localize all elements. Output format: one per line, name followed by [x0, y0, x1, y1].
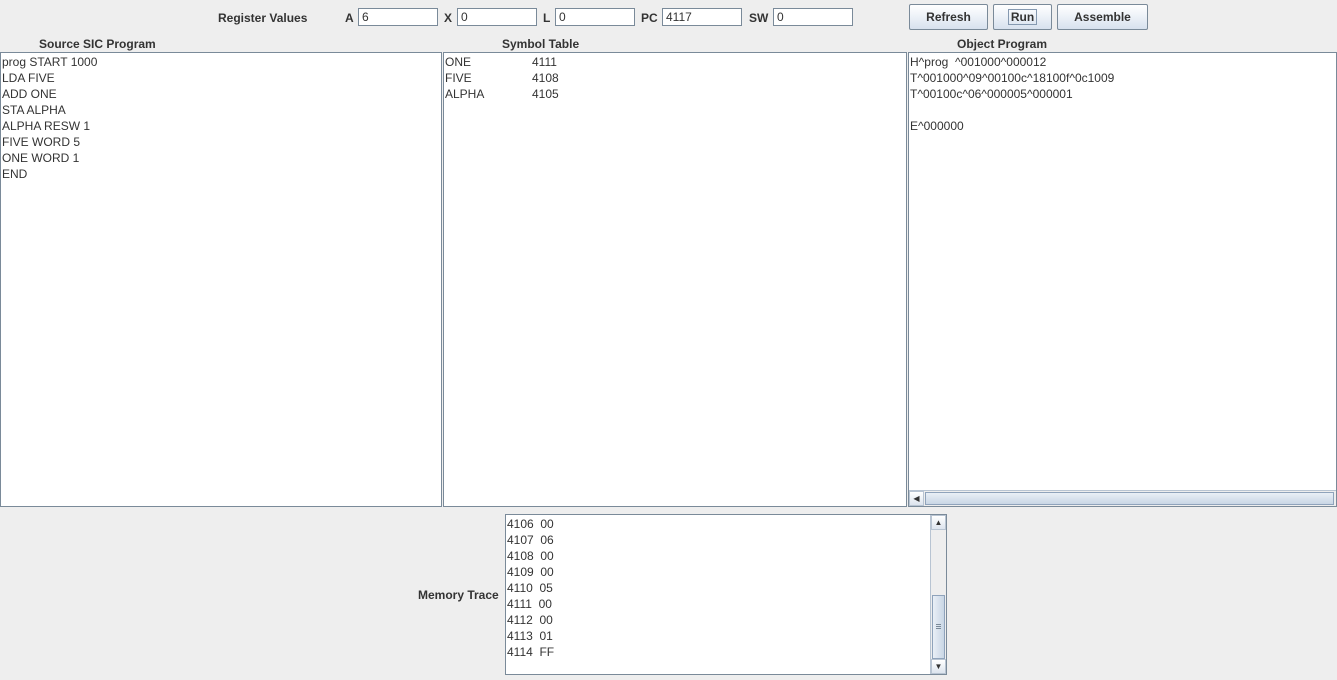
object-program-textarea[interactable]: H^prog ^001000^000012 T^001000^09^00100c…: [908, 52, 1337, 507]
memory-line: 4111 00: [507, 597, 552, 611]
source-line: FIVE WORD 5: [2, 135, 81, 149]
object-line: E^000000: [910, 119, 964, 133]
register-x-field[interactable]: 0: [457, 8, 537, 26]
source-line: ADD ONE: [2, 87, 57, 101]
source-line: ONE WORD 1: [2, 151, 80, 165]
grip-line: [936, 624, 941, 625]
register-l-label: L: [543, 11, 551, 25]
symbol-address: 4108: [532, 71, 559, 85]
memory-line: 4108 00: [507, 549, 554, 563]
register-pc-field[interactable]: 4117: [662, 8, 742, 26]
memory-line: 4112 00: [507, 613, 553, 627]
object-program-title: Object Program: [957, 37, 1048, 51]
memory-trace-textarea[interactable]: 4106 00 4107 06 4108 00 4109 00 4110 05 …: [505, 514, 947, 675]
symbol-name: ALPHA: [445, 87, 485, 101]
memory-line: 4106 00: [507, 517, 554, 531]
grip-line: [936, 628, 941, 629]
source-line: STA ALPHA: [2, 103, 66, 117]
memory-vertical-scrollbar[interactable]: ▲ ▼: [930, 515, 946, 674]
assemble-button[interactable]: Assemble: [1057, 4, 1148, 30]
register-sw-field[interactable]: 0: [773, 8, 853, 26]
source-line: LDA FIVE: [2, 71, 55, 85]
register-a-field[interactable]: 6: [358, 8, 438, 26]
object-line: T^00100c^06^000005^000001: [910, 87, 1073, 101]
symbol-name: ONE: [445, 55, 472, 69]
memory-line: 4107 06: [507, 533, 554, 547]
memory-scroll-thumb[interactable]: [932, 595, 945, 659]
run-button-label: Run: [1007, 9, 1038, 25]
scroll-left-icon[interactable]: ◀: [909, 491, 924, 506]
symbol-name: FIVE: [445, 71, 472, 85]
register-pc-label: PC: [641, 11, 658, 25]
memory-line: 4113 01: [507, 629, 553, 643]
scroll-down-icon[interactable]: ▼: [931, 659, 946, 674]
memory-line: 4110 05: [507, 581, 553, 595]
object-line: [909, 102, 1336, 118]
grip-line: [936, 626, 941, 627]
scroll-up-icon[interactable]: ▲: [931, 515, 946, 530]
object-horizontal-scrollbar[interactable]: ◀: [909, 490, 1336, 506]
register-values-label: Register Values: [218, 11, 308, 25]
source-line: ALPHA RESW 1: [2, 119, 91, 133]
object-scroll-thumb[interactable]: [925, 492, 1334, 505]
symbol-row: ONE 4111: [444, 54, 906, 70]
memory-line: 4114 FF: [507, 645, 555, 659]
source-line: END: [2, 167, 28, 181]
symbol-address: 4105: [532, 87, 559, 101]
register-a-label: A: [345, 11, 354, 25]
source-program-textarea[interactable]: prog START 1000 LDA FIVE ADD ONE STA ALP…: [0, 52, 442, 507]
object-line: T^001000^09^00100c^18100f^0c1009: [910, 71, 1115, 85]
symbol-row: FIVE 4108: [444, 70, 906, 86]
register-x-label: X: [444, 11, 453, 25]
object-line: H^prog ^001000^000012: [910, 55, 1047, 69]
memory-trace-label: Memory Trace: [418, 588, 499, 602]
source-program-title: Source SIC Program: [39, 37, 156, 51]
run-button[interactable]: Run: [993, 4, 1052, 30]
symbol-row: ALPHA 4105: [444, 86, 906, 102]
source-line: prog START 1000: [2, 55, 98, 69]
memory-line: 4109 00: [507, 565, 554, 579]
refresh-button[interactable]: Refresh: [909, 4, 988, 30]
register-sw-label: SW: [749, 11, 769, 25]
symbol-table-title: Symbol Table: [502, 37, 580, 51]
symbol-address: 4111: [532, 55, 557, 69]
register-l-field[interactable]: 0: [555, 8, 635, 26]
symbol-table-textarea[interactable]: ONE 4111 FIVE 4108 ALPHA 4105: [443, 52, 907, 507]
